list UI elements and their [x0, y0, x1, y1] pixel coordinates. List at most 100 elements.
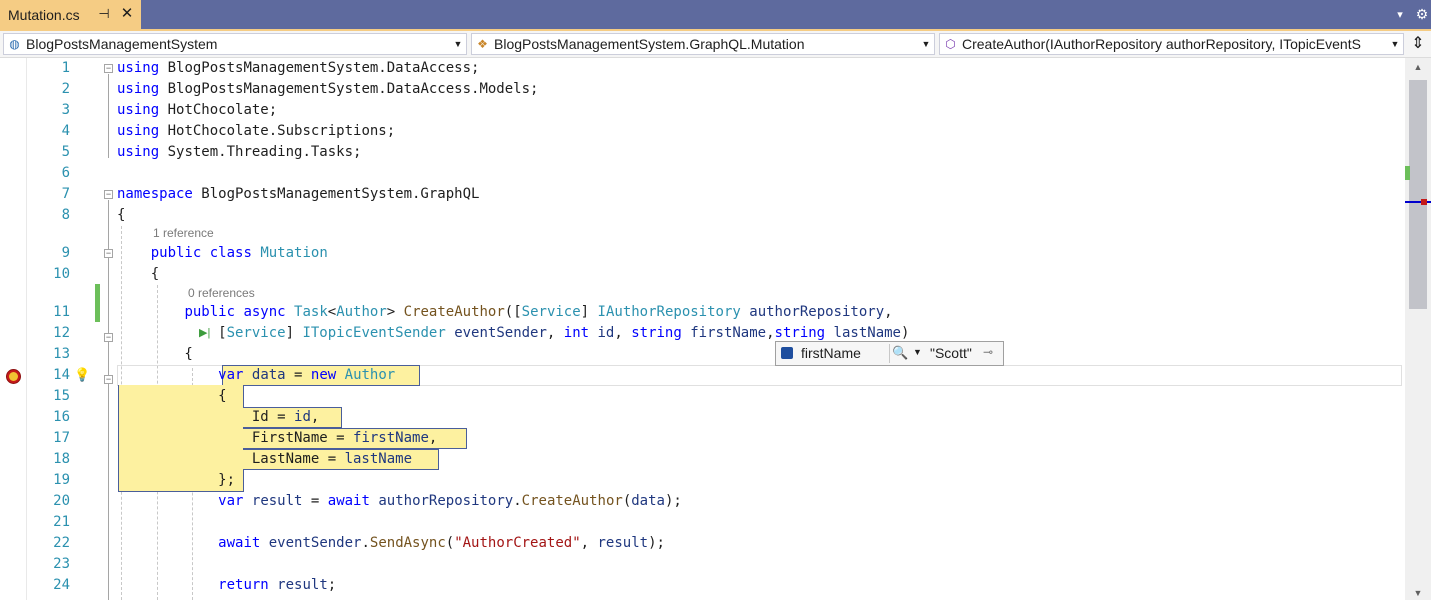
code-line[interactable]: using HotChocolate;	[117, 100, 277, 121]
line-number: 18	[53, 451, 70, 467]
code-token: using	[117, 102, 160, 118]
code-line[interactable]: {	[117, 344, 192, 365]
close-icon[interactable]: ✕	[119, 6, 135, 22]
code-token: BlogPostsManagementSystem.DataAccess;	[159, 60, 480, 76]
tab-list-dropdown-icon[interactable]: ▾	[1393, 8, 1407, 22]
line-number: 13	[53, 346, 70, 362]
code-line[interactable]: var result = await authorRepository.Crea…	[117, 491, 682, 512]
code-line[interactable]: };	[117, 470, 235, 491]
datatip-value[interactable]: "Scott"	[930, 345, 972, 361]
code-token: using	[117, 60, 160, 76]
split-window-icon[interactable]: ⇕	[1408, 34, 1428, 54]
current-statement-icon[interactable]	[6, 369, 21, 384]
line-number: 19	[53, 472, 70, 488]
code-line[interactable]: FirstName = firstName,	[117, 428, 437, 449]
gear-icon[interactable]: ⚙	[1414, 6, 1430, 22]
code-line[interactable]: using HotChocolate.Subscriptions;	[117, 121, 395, 142]
code-line[interactable]: public class Mutation	[117, 243, 328, 264]
tab-title: Mutation.cs	[8, 7, 80, 23]
code-token: Author	[336, 304, 387, 320]
code-token: {	[117, 207, 126, 223]
collapse-toggle[interactable]: −	[104, 249, 113, 258]
chevron-down-icon[interactable]: ▼	[913, 347, 922, 357]
type-dropdown[interactable]: ❖ BlogPostsManagementSystem.GraphQL.Muta…	[471, 33, 935, 55]
code-line[interactable]: using BlogPostsManagementSystem.DataAcce…	[117, 79, 538, 100]
line-number: 12	[53, 325, 70, 341]
code-token: [	[117, 325, 227, 341]
line-number: 16	[53, 409, 70, 425]
code-token: var	[218, 493, 244, 509]
code-token: {	[117, 266, 160, 282]
code-line[interactable]: Id = id,	[117, 407, 319, 428]
collapse-toggle[interactable]: −	[104, 333, 113, 342]
code-token: (	[622, 493, 632, 509]
code-token: Task	[294, 304, 328, 320]
code-line[interactable]: LastName = lastName	[117, 449, 412, 470]
pin-icon[interactable]: ⊸	[983, 345, 993, 359]
code-token: BlogPostsManagementSystem.DataAccess.Mod…	[159, 81, 539, 97]
code-token: string	[774, 325, 826, 341]
member-dropdown[interactable]: ⬡ CreateAuthor(IAuthorRepository authorR…	[939, 33, 1404, 55]
code-token: SendAsync	[369, 535, 446, 551]
code-token: firstName	[690, 325, 767, 341]
scroll-down-icon[interactable]: ▼	[1412, 588, 1424, 598]
code-line[interactable]: {	[117, 264, 159, 285]
project-dropdown[interactable]: ◍ BlogPostsManagementSystem ▼	[3, 33, 467, 55]
scroll-up-icon[interactable]: ▲	[1412, 62, 1424, 72]
line-number: 7	[61, 186, 70, 202]
line-number: 11	[53, 304, 70, 320]
code-token: ,	[614, 325, 632, 341]
code-token: LastName =	[117, 451, 345, 467]
change-marker	[1405, 166, 1410, 180]
code-token: System.Threading.Tasks;	[159, 144, 362, 160]
tab-mutation-cs[interactable]: Mutation.cs ⊣ ✕	[0, 0, 141, 31]
debug-datatip[interactable]: firstName 🔍 ▼ "Scott" ⊸	[775, 341, 1004, 366]
code-token: );	[648, 535, 665, 551]
line-number: 22	[53, 535, 70, 551]
code-line[interactable]: using BlogPostsManagementSystem.DataAcce…	[117, 58, 479, 79]
code-token: =	[302, 493, 328, 509]
code-token: <	[327, 304, 337, 320]
code-lens-references[interactable]: 1 reference	[153, 225, 214, 241]
search-icon[interactable]: 🔍	[892, 345, 908, 361]
datatip-separator	[889, 344, 890, 363]
pin-icon[interactable]: ⊣	[97, 6, 111, 22]
lightbulb-icon[interactable]: 💡	[74, 367, 90, 383]
margin-divider	[26, 58, 27, 600]
code-lens-references[interactable]: 0 references	[188, 285, 255, 301]
code-line[interactable]: namespace BlogPostsManagementSystem.Grap…	[117, 184, 479, 205]
code-token: (	[445, 535, 455, 551]
line-number: 2	[61, 81, 70, 97]
code-line[interactable]: await eventSender.SendAsync("AuthorCreat…	[117, 533, 665, 554]
collapse-toggle[interactable]: −	[104, 190, 113, 199]
code-line[interactable]: {	[117, 386, 226, 407]
code-token: id	[597, 325, 615, 341]
vertical-scrollbar[interactable]: ▲ ▼	[1405, 58, 1431, 600]
code-token: async	[243, 304, 286, 320]
collapse-toggle[interactable]: −	[104, 64, 113, 73]
code-editor[interactable]: − − − − − 1 reference 0 references ▶| 💡 …	[0, 58, 1405, 600]
code-token: public	[150, 245, 202, 261]
code-line[interactable]: using System.Threading.Tasks;	[117, 142, 361, 163]
method-icon: ⬡	[945, 37, 956, 51]
member-dropdown-label: CreateAuthor(IAuthorRepository authorRep…	[962, 36, 1361, 52]
code-line[interactable]: public async Task<Author> CreateAuthor([…	[117, 302, 892, 323]
collapse-toggle[interactable]: −	[104, 375, 113, 384]
code-token: "AuthorCreated"	[454, 535, 581, 551]
code-token: lastName	[344, 451, 413, 467]
code-line[interactable]: {	[117, 205, 125, 226]
tab-strip-background	[0, 0, 1431, 29]
code-line[interactable]: var data = new Author	[117, 365, 395, 386]
glyph-margin[interactable]	[0, 58, 26, 600]
code-token: ,	[546, 325, 564, 341]
code-line[interactable]: return result;	[117, 575, 336, 596]
line-number: 8	[61, 207, 70, 223]
scrollbar-thumb[interactable]	[1409, 80, 1427, 309]
